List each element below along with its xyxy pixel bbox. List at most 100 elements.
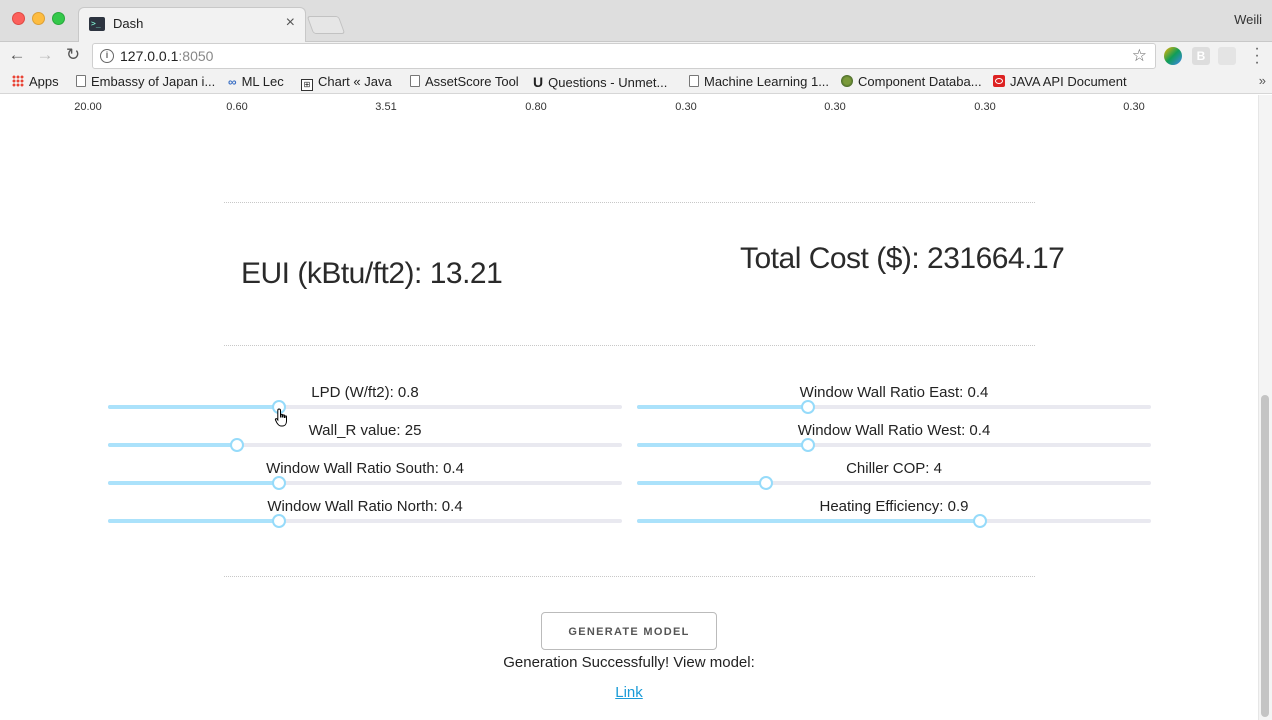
slider-rail[interactable] bbox=[108, 514, 622, 528]
slider-label: Window Wall Ratio North: 0.4 bbox=[267, 498, 463, 515]
table-cell: 20.00 bbox=[74, 101, 102, 113]
slider-label: Window Wall Ratio South: 0.4 bbox=[266, 460, 464, 477]
slider-control: Heating Efficiency: 0.9 bbox=[637, 498, 1151, 534]
slider-control: Window Wall Ratio North: 0.4 bbox=[108, 498, 622, 534]
bookmark-item[interactable]: ∞ ML Lec bbox=[228, 74, 284, 89]
browser-tab[interactable]: >_ Dash × bbox=[78, 7, 306, 42]
slider-handle[interactable] bbox=[801, 400, 816, 414]
doc-icon bbox=[76, 75, 86, 87]
new-tab-button[interactable] bbox=[306, 16, 346, 34]
bookmark-star-icon[interactable]: ☆ bbox=[1132, 46, 1147, 66]
back-arrow-icon[interactable]: ← bbox=[6, 45, 28, 65]
bookmark-item[interactable]: JAVA API Document bbox=[993, 74, 1127, 89]
slider-handle[interactable] bbox=[272, 514, 287, 528]
slider-track bbox=[108, 405, 280, 409]
oracle-icon bbox=[993, 75, 1005, 87]
slider-track bbox=[108, 443, 237, 447]
table-cell: 3.51 bbox=[375, 101, 397, 113]
bookmark-item[interactable]: ⊞ Chart « Java bbox=[301, 74, 392, 91]
table-cell: 0.30 bbox=[974, 101, 996, 113]
slider-rail[interactable] bbox=[637, 400, 1151, 414]
extension-camera-icon[interactable] bbox=[1218, 47, 1236, 65]
bookmark-item[interactable]: Component Databa... bbox=[841, 74, 982, 89]
model-link[interactable]: Link bbox=[615, 684, 643, 701]
slider-rail[interactable] bbox=[637, 514, 1151, 528]
dash-page: 20.00 0.60 3.51 0.80 0.30 0.30 0.30 0.30 EUI (k… bbox=[0, 95, 1272, 720]
bookmark-label: Chart « Java bbox=[318, 74, 392, 89]
slider-rail[interactable] bbox=[108, 400, 622, 414]
slider-label: Window Wall Ratio West: 0.4 bbox=[797, 422, 991, 439]
table-cell: 0.80 bbox=[525, 101, 547, 113]
slider-control: Window Wall Ratio West: 0.4 bbox=[637, 422, 1151, 458]
bookmarks-more-icon[interactable]: » bbox=[1259, 73, 1266, 88]
divider bbox=[224, 576, 1035, 577]
chart-icon: ⊞ bbox=[301, 79, 313, 91]
bookmark-item[interactable]: U Questions - Unmet... bbox=[533, 74, 667, 90]
bookmark-label: Questions - Unmet... bbox=[548, 75, 668, 90]
bookmark-label: JAVA API Document bbox=[1010, 74, 1127, 89]
slider-control: LPD (W/ft2): 0.8 bbox=[108, 384, 622, 420]
generation-status: Generation Successfully! View model: bbox=[503, 654, 755, 671]
globe-icon bbox=[841, 75, 853, 87]
slider-rail[interactable] bbox=[108, 476, 622, 490]
info-icon[interactable]: i bbox=[100, 49, 114, 63]
slider-handle[interactable] bbox=[801, 438, 816, 452]
page-scrollbar[interactable] bbox=[1258, 95, 1272, 720]
scrollbar-thumb[interactable] bbox=[1261, 395, 1269, 717]
slider-label: Window Wall Ratio East: 0.4 bbox=[799, 384, 989, 401]
slider-label: Heating Efficiency: 0.9 bbox=[819, 498, 969, 515]
model-link-wrapper: Link bbox=[0, 684, 1258, 701]
minimize-window-button[interactable] bbox=[32, 12, 45, 25]
browser-tab-bar: >_ Dash × Weili bbox=[0, 0, 1272, 42]
bookmark-label: ML Lec bbox=[241, 74, 284, 89]
bookmark-item[interactable]: AssetScore Tool bbox=[410, 74, 519, 89]
table-cell: 0.30 bbox=[675, 101, 697, 113]
extension-b-icon[interactable]: B bbox=[1192, 47, 1210, 65]
eui-metric: EUI (kBtu/ft2): 13.21 bbox=[241, 257, 503, 290]
table-row: 20.00 0.60 3.51 0.80 0.30 0.30 0.30 0.30 bbox=[0, 101, 1258, 115]
bookmark-label: Machine Learning 1... bbox=[704, 74, 830, 89]
slider-rail[interactable] bbox=[108, 438, 622, 452]
bookmark-label: Apps bbox=[29, 74, 59, 89]
bookmark-item[interactable]: Embassy of Japan i... bbox=[76, 74, 215, 89]
apps-icon bbox=[12, 75, 24, 87]
bookmark-item[interactable]: Apps bbox=[12, 74, 59, 89]
terminal-icon: >_ bbox=[89, 17, 105, 31]
slider-label: Chiller COP: 4 bbox=[846, 460, 942, 477]
bookmark-item[interactable]: Machine Learning 1... bbox=[689, 74, 829, 89]
slider-handle[interactable] bbox=[272, 476, 287, 490]
slider-handle[interactable] bbox=[229, 438, 244, 452]
profile-name[interactable]: Weili bbox=[1234, 12, 1262, 27]
reload-icon[interactable]: ↻ bbox=[62, 45, 84, 65]
slider-control: Window Wall Ratio South: 0.4 bbox=[108, 460, 622, 496]
slider-control: Window Wall Ratio East: 0.4 bbox=[637, 384, 1151, 420]
divider bbox=[224, 202, 1035, 203]
maximize-window-button[interactable] bbox=[52, 12, 65, 25]
table-cell: 0.30 bbox=[824, 101, 846, 113]
address-bar[interactable]: i 127.0.0.1:8050 ☆ bbox=[92, 43, 1156, 69]
slider-track bbox=[637, 405, 809, 409]
slider-track bbox=[637, 519, 980, 523]
cc-icon: ∞ bbox=[228, 75, 237, 89]
slider-handle[interactable] bbox=[972, 514, 987, 528]
menu-dots-icon[interactable]: · · · bbox=[1250, 41, 1264, 71]
slider-control: Wall_R value: 25 bbox=[108, 422, 622, 458]
slider-track bbox=[108, 519, 280, 523]
extension-drive-icon[interactable] bbox=[1164, 47, 1182, 65]
tab-close-icon[interactable]: × bbox=[286, 14, 295, 32]
slider-handle[interactable] bbox=[758, 476, 773, 490]
slider-label: LPD (W/ft2): 0.8 bbox=[311, 384, 419, 401]
bookmark-label: Component Databa... bbox=[858, 74, 982, 89]
total-cost-metric: Total Cost ($): 231664.17 bbox=[740, 242, 1065, 275]
url-text[interactable]: 127.0.0.1:8050 bbox=[120, 48, 213, 64]
close-window-button[interactable] bbox=[12, 12, 25, 25]
browser-toolbar: ← → ↻ i 127.0.0.1:8050 ☆ B · · · bbox=[0, 41, 1272, 71]
slider-rail[interactable] bbox=[637, 476, 1151, 490]
slider-track bbox=[108, 481, 280, 485]
forward-arrow-icon[interactable]: → bbox=[34, 45, 56, 65]
slider-rail[interactable] bbox=[637, 438, 1151, 452]
tab-title: Dash bbox=[113, 16, 144, 31]
bookmark-label: AssetScore Tool bbox=[425, 74, 519, 89]
generate-model-button[interactable]: GENERATE MODEL bbox=[541, 612, 717, 650]
divider bbox=[224, 345, 1035, 346]
